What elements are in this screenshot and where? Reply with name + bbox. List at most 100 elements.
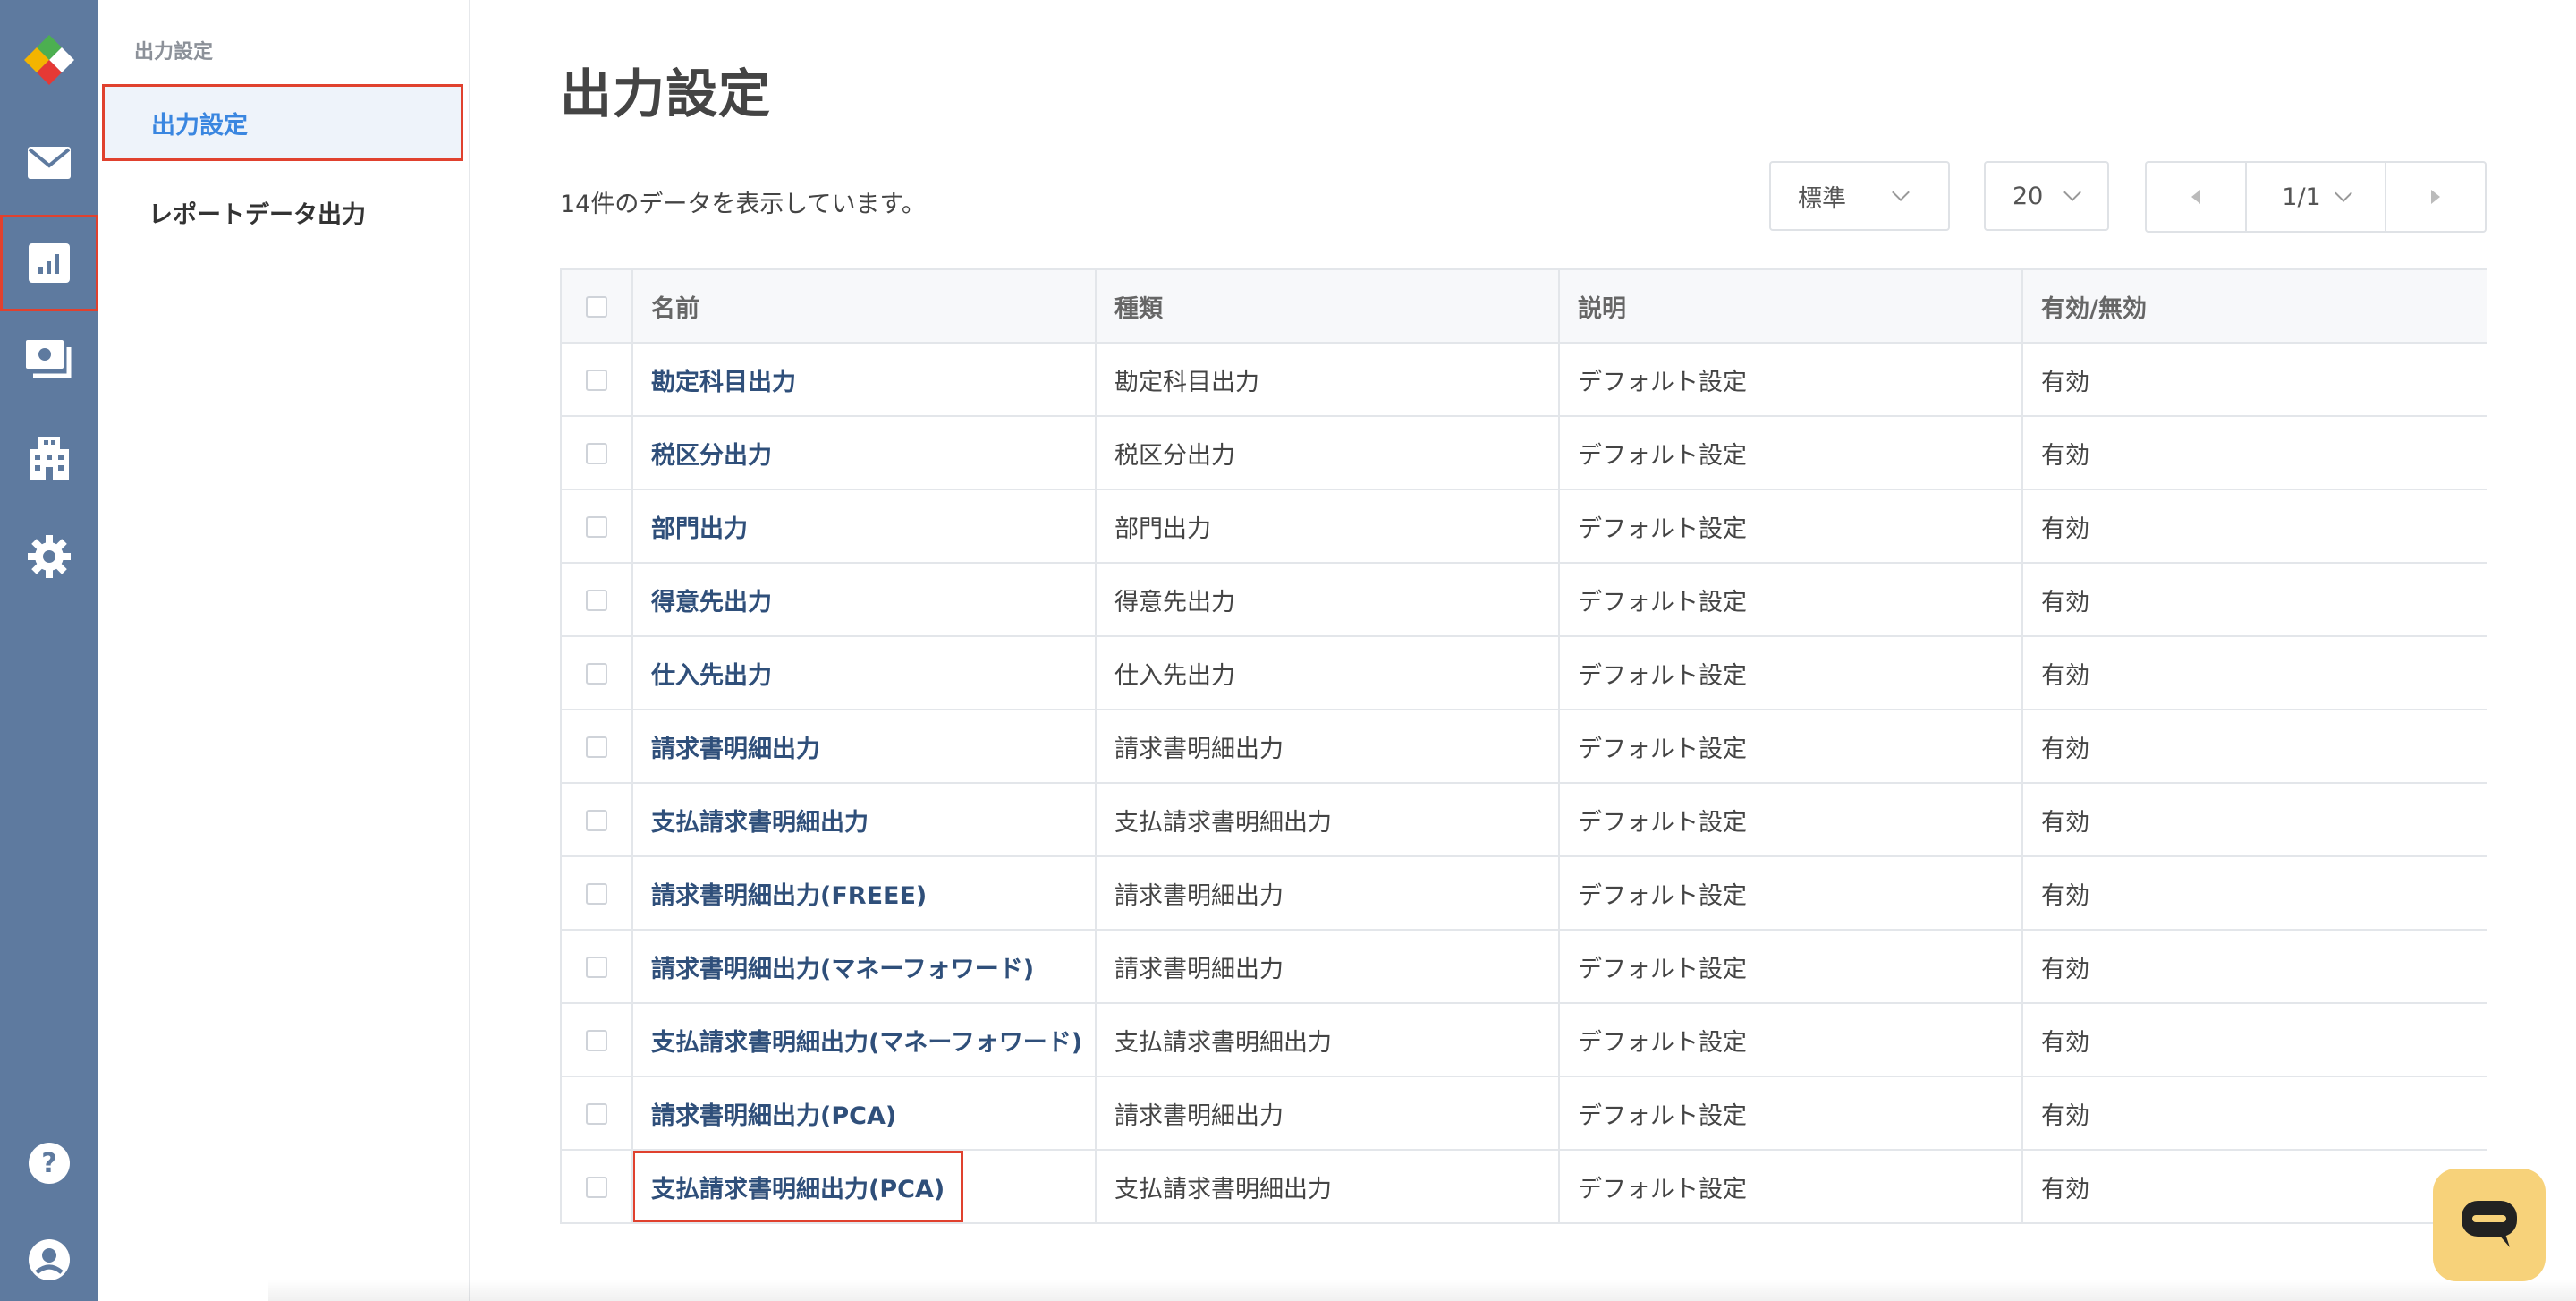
- cell-description: デフォルト設定: [1558, 855, 2023, 931]
- gear-icon[interactable]: [0, 523, 98, 591]
- chevron-down-icon: [2334, 184, 2352, 202]
- row-checkbox-cell: [560, 415, 633, 490]
- setting-name-link[interactable]: 請求書明細出力: [635, 713, 836, 780]
- report-chart-icon[interactable]: [0, 215, 98, 311]
- subnav-item-label: レポートデータ出力: [148, 200, 366, 229]
- cell-status: 有効: [2021, 1076, 2487, 1151]
- row-checkbox-cell: [560, 1076, 633, 1151]
- page-title: 出力設定: [560, 64, 772, 124]
- help-icon[interactable]: ?: [0, 1129, 98, 1197]
- sub-navigation: 出力設定 出力設定 レポートデータ出力: [98, 0, 470, 1301]
- logo-icon[interactable]: [0, 23, 98, 93]
- chevron-down-icon: [1892, 183, 1910, 201]
- cell-name: 請求書明細出力(マネーフォワード): [631, 929, 1097, 1004]
- cell-description: デフォルト設定: [1558, 415, 2023, 490]
- row-checkbox[interactable]: [586, 663, 607, 685]
- view-select-value: 標準: [1798, 184, 1846, 213]
- table-row[interactable]: 請求書明細出力(PCA) 請求書明細出力 デフォルト設定 有効: [560, 1076, 2487, 1151]
- mail-icon[interactable]: [0, 129, 98, 197]
- setting-name-link[interactable]: 請求書明細出力(マネーフォワード): [635, 933, 1050, 1000]
- subnav-item-label: 出力設定: [151, 111, 248, 140]
- row-checkbox[interactable]: [586, 516, 607, 538]
- row-checkbox[interactable]: [586, 736, 607, 758]
- row-checkbox[interactable]: [586, 810, 607, 831]
- setting-name-link[interactable]: 仕入先出力: [635, 640, 788, 707]
- icon-rail: ?: [0, 0, 98, 1301]
- setting-name-link[interactable]: 得意先出力: [635, 566, 788, 633]
- column-header-description[interactable]: 説明: [1558, 268, 2023, 344]
- cell-name: 支払請求書明細出力(マネーフォワード): [631, 1002, 1097, 1077]
- setting-name-link[interactable]: 部門出力: [635, 493, 764, 560]
- view-select[interactable]: 標準: [1769, 161, 1950, 231]
- billing-icon[interactable]: [0, 326, 98, 394]
- prev-page-button[interactable]: [2147, 163, 2245, 231]
- cell-type: 部門出力: [1095, 489, 1560, 564]
- cell-description: デフォルト設定: [1558, 709, 2023, 784]
- bottom-shadow: [268, 1280, 2576, 1301]
- cell-description: デフォルト設定: [1558, 1002, 2023, 1077]
- cell-name: 請求書明細出力: [631, 709, 1097, 784]
- cell-type: 請求書明細出力: [1095, 709, 1560, 784]
- row-checkbox[interactable]: [586, 1103, 607, 1125]
- cell-type: 支払請求書明細出力: [1095, 1002, 1560, 1077]
- table-row[interactable]: 税区分出力 税区分出力 デフォルト設定 有効: [560, 415, 2487, 490]
- user-icon[interactable]: [0, 1226, 98, 1294]
- row-checkbox-cell: [560, 855, 633, 931]
- table-row[interactable]: 請求書明細出力(FREEE) 請求書明細出力 デフォルト設定 有効: [560, 855, 2487, 931]
- row-checkbox[interactable]: [586, 883, 607, 905]
- select-all-checkbox[interactable]: [586, 296, 607, 318]
- table-row[interactable]: 得意先出力 得意先出力 デフォルト設定 有効: [560, 562, 2487, 637]
- pagination: 1/1: [2145, 161, 2487, 233]
- subnav-section-title: 出力設定: [134, 41, 214, 64]
- subnav-item-report-data-output[interactable]: レポートデータ出力: [102, 174, 463, 251]
- column-header-status[interactable]: 有効/無効: [2021, 268, 2487, 344]
- setting-name-link[interactable]: 支払請求書明細出力(PCA): [634, 1152, 964, 1221]
- row-checkbox-cell: [560, 1002, 633, 1077]
- row-checkbox-cell: [560, 562, 633, 637]
- setting-name-link[interactable]: 請求書明細出力(PCA): [635, 1080, 912, 1147]
- cell-description: デフォルト設定: [1558, 635, 2023, 710]
- row-checkbox[interactable]: [586, 957, 607, 978]
- cell-name: 仕入先出力: [631, 635, 1097, 710]
- cell-status: 有効: [2021, 855, 2487, 931]
- table-row[interactable]: 勘定科目出力 勘定科目出力 デフォルト設定 有効: [560, 342, 2487, 417]
- table-row[interactable]: 支払請求書明細出力 支払請求書明細出力 デフォルト設定 有効: [560, 782, 2487, 857]
- cell-status: 有効: [2021, 709, 2487, 784]
- per-page-select[interactable]: 20: [1984, 161, 2109, 231]
- setting-name-link[interactable]: 税区分出力: [635, 420, 788, 487]
- table-row[interactable]: 仕入先出力 仕入先出力 デフォルト設定 有効: [560, 635, 2487, 710]
- row-checkbox-cell: [560, 489, 633, 564]
- page-select[interactable]: 1/1: [2245, 163, 2386, 231]
- cell-description: デフォルト設定: [1558, 929, 2023, 1004]
- building-icon[interactable]: [0, 424, 98, 492]
- row-checkbox[interactable]: [586, 443, 607, 464]
- setting-name-link[interactable]: 請求書明細出力(FREEE): [635, 860, 943, 927]
- setting-name-link[interactable]: 勘定科目出力: [635, 346, 812, 413]
- table-row[interactable]: 部門出力 部門出力 デフォルト設定 有効: [560, 489, 2487, 564]
- row-checkbox[interactable]: [586, 1030, 607, 1051]
- subnav-item-output-settings[interactable]: 出力設定: [102, 84, 463, 161]
- next-page-button[interactable]: [2386, 163, 2485, 231]
- chat-button[interactable]: [2433, 1169, 2546, 1281]
- row-checkbox[interactable]: [586, 590, 607, 611]
- column-header-name[interactable]: 名前: [631, 268, 1097, 344]
- column-header-type[interactable]: 種類: [1095, 268, 1560, 344]
- row-checkbox-cell: [560, 709, 633, 784]
- cell-type: 勘定科目出力: [1095, 342, 1560, 417]
- table-row[interactable]: 支払請求書明細出力(PCA) 支払請求書明細出力 デフォルト設定 有効: [560, 1149, 2487, 1224]
- table-row[interactable]: 支払請求書明細出力(マネーフォワード) 支払請求書明細出力 デフォルト設定 有効: [560, 1002, 2487, 1077]
- cell-name: 得意先出力: [631, 562, 1097, 637]
- setting-name-link[interactable]: 支払請求書明細出力(マネーフォワード): [635, 1007, 1094, 1074]
- cell-description: デフォルト設定: [1558, 342, 2023, 417]
- cell-description: デフォルト設定: [1558, 562, 2023, 637]
- row-checkbox[interactable]: [586, 1177, 607, 1198]
- setting-name-link[interactable]: 支払請求書明細出力: [635, 787, 885, 854]
- table-row[interactable]: 請求書明細出力 請求書明細出力 デフォルト設定 有効: [560, 709, 2487, 784]
- caret-right-icon: [2431, 190, 2440, 204]
- cell-type: 仕入先出力: [1095, 635, 1560, 710]
- row-checkbox[interactable]: [586, 370, 607, 391]
- main-content: 出力設定 14件のデータを表示しています。 標準 20 1/1 名前 種類 説明…: [470, 0, 2576, 1301]
- table-row[interactable]: 請求書明細出力(マネーフォワード) 請求書明細出力 デフォルト設定 有効: [560, 929, 2487, 1004]
- cell-type: 得意先出力: [1095, 562, 1560, 637]
- row-checkbox-cell: [560, 635, 633, 710]
